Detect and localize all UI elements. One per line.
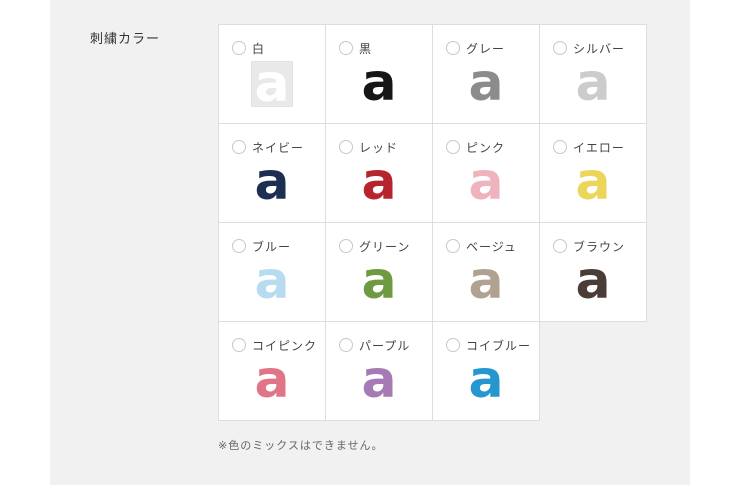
color-option[interactable]: ネイビー a bbox=[218, 123, 326, 223]
embroidery-sample-glyph: a bbox=[468, 251, 504, 311]
embroidery-sample-glyph: a bbox=[575, 53, 611, 113]
color-radio[interactable] bbox=[553, 239, 567, 253]
color-option[interactable]: ベージュ a bbox=[432, 222, 540, 322]
color-swatch: a bbox=[219, 58, 325, 117]
color-radio[interactable] bbox=[339, 239, 353, 253]
color-radio[interactable] bbox=[553, 41, 567, 55]
color-radio[interactable] bbox=[446, 338, 460, 352]
color-option[interactable]: コイピンク a bbox=[218, 321, 326, 421]
embroidery-sample-glyph: a bbox=[254, 251, 290, 311]
color-option[interactable]: 白a bbox=[218, 24, 326, 124]
color-option-grid: 白 a 黒 a グレー a シルバー a ネイビー a レッド a ピンク a イエロー a ブルー a グリーン a… bbox=[218, 24, 650, 426]
embroidery-sample-glyph: a bbox=[361, 152, 397, 212]
color-option[interactable]: ブラウン a bbox=[539, 222, 647, 322]
color-swatch: a bbox=[433, 53, 539, 117]
color-swatch: a bbox=[326, 350, 432, 414]
embroidery-color-label: 刺繍カラー bbox=[90, 32, 161, 47]
color-radio[interactable] bbox=[339, 140, 353, 154]
color-option[interactable]: 黒a bbox=[325, 24, 433, 124]
color-radio[interactable] bbox=[339, 41, 353, 55]
color-radio[interactable] bbox=[232, 140, 246, 154]
color-option[interactable]: レッド a bbox=[325, 123, 433, 223]
embroidery-sample-glyph: a bbox=[575, 152, 611, 212]
embroidery-sample-glyph: a bbox=[361, 350, 397, 410]
color-swatch: a bbox=[540, 251, 646, 315]
color-option[interactable]: ピンク a bbox=[432, 123, 540, 223]
color-swatch: a bbox=[326, 152, 432, 216]
embroidery-sample-glyph: a bbox=[468, 53, 504, 113]
embroidery-sample-glyph: a bbox=[575, 251, 611, 311]
embroidery-sample-glyph: a bbox=[361, 53, 397, 113]
color-radio[interactable] bbox=[446, 140, 460, 154]
color-swatch: a bbox=[326, 53, 432, 117]
color-radio[interactable] bbox=[553, 140, 567, 154]
embroidery-sample-glyph: a bbox=[468, 152, 504, 212]
color-swatch: a bbox=[433, 152, 539, 216]
color-swatch: a bbox=[219, 251, 325, 315]
color-radio[interactable] bbox=[232, 41, 246, 55]
color-option[interactable]: イエロー a bbox=[539, 123, 647, 223]
color-radio[interactable] bbox=[446, 41, 460, 55]
color-option[interactable]: グリーン a bbox=[325, 222, 433, 322]
color-swatch: a bbox=[219, 152, 325, 216]
color-swatch: a bbox=[219, 350, 325, 414]
color-swatch: a bbox=[326, 251, 432, 315]
color-swatch: a bbox=[540, 53, 646, 117]
color-option[interactable]: パープル a bbox=[325, 321, 433, 421]
color-option[interactable]: グレー a bbox=[432, 24, 540, 124]
embroidery-sample-glyph: a bbox=[251, 58, 293, 110]
no-mix-note: ※色のミックスはできません。 bbox=[218, 439, 384, 452]
color-radio[interactable] bbox=[339, 338, 353, 352]
embroidery-sample-glyph: a bbox=[254, 152, 290, 212]
embroidery-sample-glyph: a bbox=[468, 350, 504, 410]
color-swatch: a bbox=[433, 251, 539, 315]
embroidery-sample-glyph: a bbox=[361, 251, 397, 311]
color-option[interactable]: ブルー a bbox=[218, 222, 326, 322]
embroidery-sample-glyph: a bbox=[254, 350, 290, 410]
color-radio[interactable] bbox=[232, 338, 246, 352]
color-swatch: a bbox=[540, 152, 646, 216]
color-radio[interactable] bbox=[232, 239, 246, 253]
color-option[interactable]: コイブルー a bbox=[432, 321, 540, 421]
color-swatch: a bbox=[433, 350, 539, 414]
color-option[interactable]: シルバー a bbox=[539, 24, 647, 124]
color-radio[interactable] bbox=[446, 239, 460, 253]
